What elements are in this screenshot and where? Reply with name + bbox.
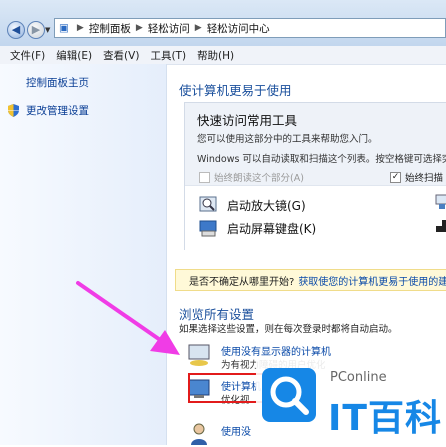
watermark: PConline IT百科 (256, 356, 446, 445)
pconline-logo (262, 368, 316, 422)
watermark-title: IT百科 (328, 398, 442, 439)
watermark-brand: PConline (330, 370, 387, 385)
search-magnifier-logo-icon (270, 376, 309, 415)
